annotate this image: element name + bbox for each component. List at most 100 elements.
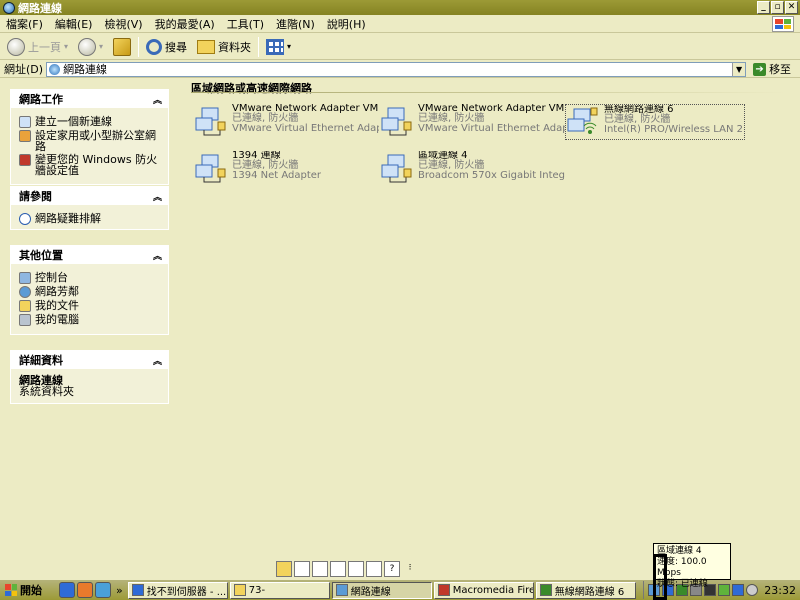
tray-icon[interactable] <box>732 584 745 596</box>
windows-flag-icon <box>5 584 17 596</box>
views-button[interactable]: ▾ <box>263 36 294 58</box>
lan-connection-icon <box>380 151 414 185</box>
back-button[interactable]: 上一頁 ▾ <box>4 36 71 58</box>
panel-header[interactable]: 其他位置 ︽ <box>11 246 168 264</box>
menu-favorites[interactable]: 我的最愛(A) <box>149 16 221 32</box>
panel-header[interactable]: 請參閱 ︽ <box>11 187 168 205</box>
my-computer-link[interactable]: 我的電腦 <box>19 314 160 326</box>
panel-body: 建立一個新連線 設定家用或小型辦公室網路 變更您的 Windows 防火牆設定值 <box>11 108 168 184</box>
taskbar-button-active[interactable]: 網路連線 <box>331 581 432 599</box>
quick-launch-chevron[interactable]: » <box>116 584 123 597</box>
pen-icon[interactable] <box>330 561 346 577</box>
details-panel: 詳細資料 ︽ 網路連線 系統資料夾 <box>10 350 169 404</box>
handwriting-icon[interactable] <box>348 561 364 577</box>
network-connections-icon <box>3 1 15 14</box>
folders-button[interactable]: 資料夾 <box>194 36 254 58</box>
input-method-icon[interactable] <box>276 561 292 577</box>
collapse-icon[interactable]: ︽ <box>153 190 162 203</box>
collapse-icon[interactable]: ︽ <box>153 249 162 262</box>
address-field[interactable]: 網路連線 ▼ <box>46 61 747 77</box>
connection-item[interactable]: 1394 連線 已連線, 防火牆 1394 Net Adapter <box>194 151 379 185</box>
taskbar-button[interactable]: 找不到伺服器 - ... <box>127 581 228 599</box>
go-button[interactable]: ➔ 移至 <box>753 61 791 77</box>
collapse-icon[interactable]: ︽ <box>153 354 162 367</box>
folders-label: 資料夾 <box>218 40 252 54</box>
wireless-icon <box>539 584 552 596</box>
network-troubleshooter-link[interactable]: 網路疑難排解 <box>19 213 160 225</box>
windows-logo-icon <box>772 16 794 32</box>
panel-header[interactable]: 網路工作 ︽ <box>11 90 168 108</box>
help-icon[interactable]: ? <box>384 561 400 577</box>
my-documents-link[interactable]: 我的文件 <box>19 300 160 312</box>
search-label: 搜尋 <box>165 40 188 54</box>
highlight-frame <box>653 554 667 600</box>
connection-device: 1394 Net Adapter <box>232 170 322 181</box>
collapse-icon[interactable]: ︽ <box>153 93 162 106</box>
taskbar-button[interactable]: 73- <box>229 581 330 599</box>
address-dropdown-button[interactable]: ▼ <box>732 62 746 76</box>
network-places-link[interactable]: 網路芳鄰 <box>19 286 160 298</box>
menu-tools[interactable]: 工具(T) <box>221 16 270 32</box>
volume-icon[interactable] <box>746 584 759 596</box>
folder-icon <box>233 584 246 596</box>
quick-launch-icon[interactable] <box>77 582 93 598</box>
keyboard-icon[interactable] <box>294 561 310 577</box>
menu-edit[interactable]: 編輯(E) <box>49 16 99 32</box>
tooltip-line: 狀態: 已連線 <box>657 579 708 589</box>
info-icon <box>19 213 31 225</box>
language-bar-menu-icon[interactable]: ⁝ <box>402 561 418 577</box>
up-folder-icon <box>113 37 132 56</box>
menu-help[interactable]: 說明(H) <box>321 16 372 32</box>
address-value: 網路連線 <box>63 63 108 76</box>
panel-body: 控制台 網路芳鄰 我的文件 我的電腦 <box>11 264 168 334</box>
search-button[interactable]: 搜尋 <box>143 36 190 58</box>
close-button[interactable]: ✕ <box>785 1 798 14</box>
back-label: 上一頁 <box>28 40 61 54</box>
connection-item[interactable]: VMware Network Adapter VMnet8 已連線, 防火牆 V… <box>380 104 565 138</box>
link-label: 控制台 <box>35 271 68 284</box>
home-network-link[interactable]: 設定家用或小型辦公室網路 <box>19 130 160 152</box>
quick-launch-icon[interactable] <box>95 582 111 598</box>
up-folder-button[interactable] <box>110 36 134 58</box>
tools-icon[interactable] <box>312 561 328 577</box>
firewall-icon <box>19 154 31 166</box>
control-panel-icon <box>19 272 31 284</box>
window-title: 網路連線 <box>18 1 62 15</box>
window-controls: _ ▫ ✕ <box>757 1 798 14</box>
task-label: Macromedia Firew... <box>452 584 534 596</box>
search-icon <box>146 38 163 55</box>
task-label: 網路連線 <box>350 586 391 598</box>
connection-item[interactable]: VMware Network Adapter VMnet1 已連線, 防火牆 V… <box>194 104 379 138</box>
ie-icon[interactable] <box>59 582 75 598</box>
tooltip-line: 區域連線 4 <box>657 546 702 556</box>
link-label: 變更您的 Windows 防火牆設定值 <box>35 153 158 177</box>
chevron-down-icon: ▾ <box>287 42 292 51</box>
go-arrow-icon: ➔ <box>753 62 767 76</box>
options-icon[interactable] <box>366 561 382 577</box>
address-bar: 網址(D) 網路連線 ▼ ➔ 移至 <box>0 61 800 78</box>
forward-button[interactable]: ▾ <box>75 36 106 58</box>
connection-item[interactable]: 區域連線 4 已連線, 防火牆 Broadcom 570x Gigabit In… <box>380 151 565 185</box>
minimize-button[interactable]: _ <box>757 1 770 14</box>
connection-device: VMware Virtual Ethernet Adapter f... <box>418 123 565 134</box>
control-panel-link[interactable]: 控制台 <box>19 272 160 284</box>
tooltip-line: 速度: 100.0 Mbps <box>657 557 707 578</box>
menu-file[interactable]: 檔案(F) <box>0 16 49 32</box>
menu-advanced[interactable]: 進階(N) <box>270 16 321 32</box>
chevron-down-icon: ▾ <box>64 42 69 51</box>
clock: 23:32 <box>764 583 796 597</box>
my-documents-icon <box>19 300 31 312</box>
taskbar-button[interactable]: 無線網路連線 6 <box>535 581 636 599</box>
firewall-settings-link[interactable]: 變更您的 Windows 防火牆設定值 <box>19 154 160 176</box>
create-connection-link[interactable]: 建立一個新連線 <box>19 116 160 128</box>
network-places-icon <box>19 286 31 298</box>
start-button[interactable]: 開始 <box>0 581 47 599</box>
connection-item-selected[interactable]: 無線網路連線 6 已連線, 防火牆 Intel(R) PRO/Wireless … <box>565 104 745 140</box>
task-label: 找不到伺服器 - ... <box>146 586 227 598</box>
home-network-icon <box>19 130 31 142</box>
details-type: 系統資料夾 <box>19 385 74 398</box>
taskbar-button[interactable]: Macromedia Firew... <box>433 581 534 599</box>
maximize-button[interactable]: ▫ <box>771 1 784 14</box>
panel-header[interactable]: 詳細資料 ︽ <box>11 351 168 369</box>
menu-view[interactable]: 檢視(V) <box>98 16 148 32</box>
